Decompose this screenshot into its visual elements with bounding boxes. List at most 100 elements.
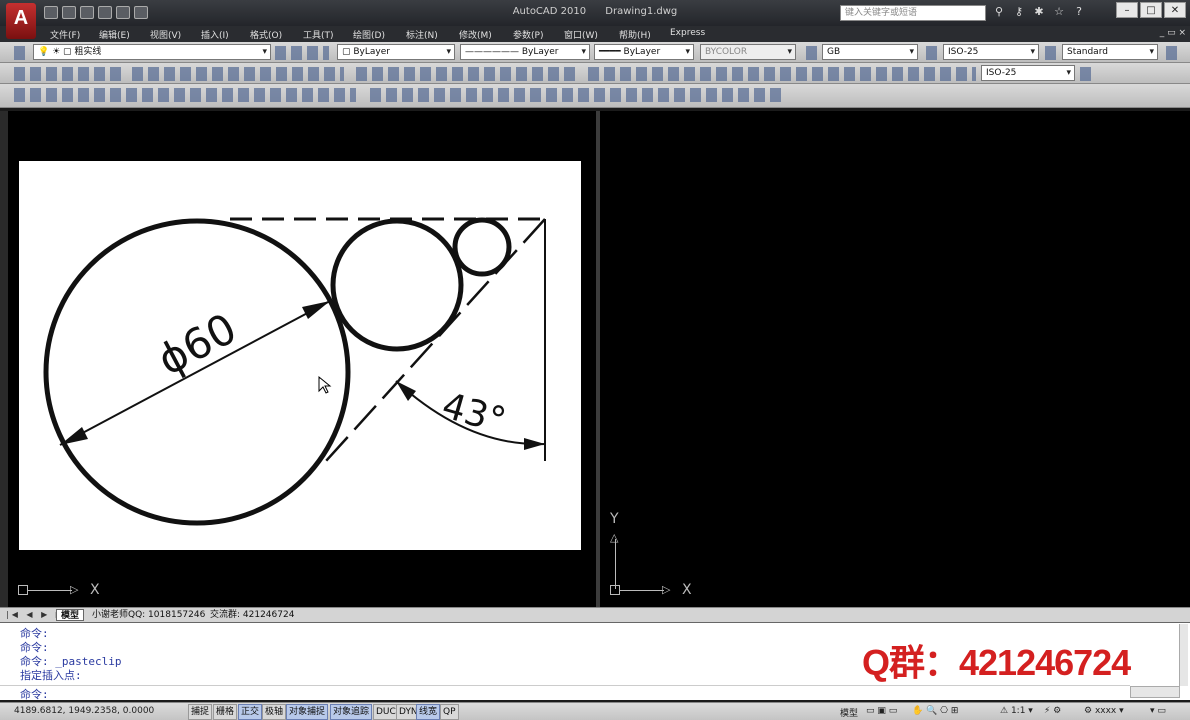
ucs-icon-right — [610, 585, 620, 595]
maximize-icon[interactable]: □ — [1140, 2, 1162, 18]
layout-tabs-bar: |◀ ◀ ▶ ▶| 模型 小谢老师QQ: 1018157246 交流群: 421… — [0, 607, 1190, 622]
clean-screen-icon[interactable]: ▾ ▭ — [1150, 706, 1166, 716]
document-name: Drawing1.dwg — [605, 6, 678, 17]
layer-tools-icons[interactable] — [275, 46, 329, 60]
menu-dimension[interactable]: 标注(N) — [406, 28, 438, 41]
layer-dropdown[interactable]: 💡 ☀ ▢ 粗实线 — [33, 44, 271, 60]
modify-tools-icons[interactable] — [356, 67, 578, 81]
menu-edit[interactable]: 编辑(E) — [99, 28, 130, 41]
coordinates-readout[interactable]: 4189.6812, 1949.2358, 0.0000 — [14, 706, 154, 716]
key-icon[interactable]: ⚷ — [1012, 5, 1026, 19]
application-menu-button[interactable]: A — [6, 3, 36, 39]
annotation-scale-value: 1:1 — [1010, 706, 1026, 716]
draw-tools-icons[interactable] — [14, 67, 124, 81]
command-history-line: 指定插入点: — [20, 669, 82, 682]
ucs-x-arrow-right-icon: ▷ — [662, 583, 671, 596]
plotstyle-dropdown[interactable]: BYCOLOR — [700, 44, 796, 60]
dim-style-icon[interactable] — [926, 46, 940, 60]
autocad-window: { "app": { "logo_letter": "A", "title_ap… — [0, 0, 1190, 720]
command-scrollbar[interactable] — [1179, 624, 1188, 686]
minimize-icon[interactable]: – — [1116, 2, 1138, 18]
text-style-dropdown[interactable]: GB — [822, 44, 918, 60]
model-space-label[interactable]: 模型 — [840, 706, 858, 719]
ucs-icon-left — [18, 585, 28, 595]
menu-modify[interactable]: 修改(M) — [459, 28, 492, 41]
toolbar-draw-modify: ISO-25 — [0, 63, 1190, 84]
ortho-toggle[interactable]: 正交 — [238, 704, 263, 720]
tab-model[interactable]: 模型 — [56, 609, 85, 621]
window-controls: – □ ✕ — [1116, 2, 1186, 18]
command-prompt-input[interactable]: 命令: — [20, 686, 49, 702]
lineweight-toggle[interactable]: 线宽 — [416, 704, 441, 720]
menu-express[interactable]: Express — [670, 28, 705, 38]
workspace-name: xxxx — [1094, 706, 1117, 716]
dim-update-icon[interactable] — [1080, 67, 1094, 81]
table-style-dropdown[interactable]: Standard — [1062, 44, 1158, 60]
menu-draw[interactable]: 绘图(D) — [353, 28, 385, 41]
annotation-icons[interactable]: ⚡ ⚙ — [1044, 706, 1061, 716]
toolbar-layers-properties: 💡 ☀ ▢ 粗实线 ▢ ByLayer —————— ByLayer ━━━━ … — [0, 42, 1190, 63]
help-icon[interactable]: ? — [1072, 5, 1086, 19]
layer-name: 粗实线 — [74, 47, 102, 57]
infocenter-icons: ⚲ ⚷ ✱ ☆ ? — [992, 5, 1086, 19]
layout-view-icons[interactable]: ▭ ▣ ▭ — [866, 706, 897, 716]
lineweight-value: ByLayer — [623, 47, 661, 57]
snap-toggle[interactable]: 捕捉 — [188, 704, 213, 720]
close-icon[interactable]: ✕ — [1164, 2, 1186, 18]
menu-file[interactable]: 文件(F) — [50, 28, 80, 41]
multileader-style-icon[interactable] — [1166, 46, 1180, 60]
left-border — [0, 111, 8, 607]
qp-toggle[interactable]: QP — [440, 704, 459, 720]
title-bar: AutoCAD 2010 Drawing1.dwg 键入关键字或短语 ⚲ ⚷ ✱… — [0, 0, 1190, 26]
inquiry-tools-icons[interactable] — [132, 67, 344, 81]
annotation-scale[interactable]: ⚠ 1:1 ▾ — [1000, 706, 1033, 716]
color-dropdown[interactable]: ▢ ByLayer — [337, 44, 455, 60]
modeling-tools-icons[interactable] — [370, 88, 786, 102]
menu-view[interactable]: 视图(V) — [150, 28, 181, 41]
ucs-x-axis-left — [28, 590, 72, 591]
menu-window[interactable]: 窗口(W) — [564, 28, 598, 41]
linetype-dropdown[interactable]: —————— ByLayer — [460, 44, 590, 60]
ucs-x-label-left: X — [90, 582, 100, 598]
toolbar-solids — [0, 84, 1190, 108]
osnap-toggle[interactable]: 对象捕捉 — [286, 704, 329, 720]
view-tools-icons[interactable] — [14, 88, 356, 102]
navigation-icons[interactable]: ✋ 🔍 ⎔ ⊞ — [912, 706, 958, 716]
text-style-icon[interactable] — [806, 46, 820, 60]
subscription-icon[interactable]: ✱ — [1032, 5, 1046, 19]
dim-style-dropdown-2[interactable]: ISO-25 — [981, 65, 1075, 81]
otrack-toggle[interactable]: 对象追踪 — [330, 704, 373, 720]
left-viewport[interactable]: ϕ60 43° ▷ X — [8, 111, 596, 607]
qq-group-overlay: Q群：421246724 — [862, 642, 1131, 683]
menu-insert[interactable]: 插入(I) — [201, 28, 229, 41]
table-style-icon[interactable] — [1045, 46, 1059, 60]
ucs-x-axis-right — [620, 590, 664, 591]
ucs-y-axis-right — [615, 539, 616, 589]
lineweight-dropdown[interactable]: ━━━━ ByLayer — [594, 44, 694, 60]
right-viewport[interactable]: Y △ ▷ X — [600, 111, 1190, 607]
status-bar: 4189.6812, 1949.2358, 0.0000 捕捉 栅格 正交 极轴… — [0, 702, 1190, 720]
dimension-tools-icons[interactable] — [588, 67, 976, 81]
app-name: AutoCAD 2010 — [512, 6, 587, 17]
tab-layout2[interactable]: 交流群: 421246724 — [206, 609, 298, 621]
star-icon[interactable]: ☆ — [1052, 5, 1066, 19]
pasted-image-drawing[interactable]: ϕ60 43° — [8, 111, 596, 607]
workspace-switch[interactable]: ⚙ xxxx ▾ — [1084, 706, 1124, 716]
search-input[interactable]: 键入关键字或短语 — [840, 5, 986, 21]
menu-tools[interactable]: 工具(T) — [303, 28, 334, 41]
menu-bar: 文件(F) 编辑(E) 视图(V) 插入(I) 格式(O) 工具(T) 绘图(D… — [0, 26, 1190, 42]
tab-layout1[interactable]: 小谢老师QQ: 1018157246 — [88, 609, 209, 621]
ucs-x-arrow-icon: ▷ — [70, 583, 79, 596]
menu-format[interactable]: 格式(O) — [250, 28, 282, 41]
polar-toggle[interactable]: 极轴 — [262, 704, 287, 720]
binoculars-icon[interactable]: ⚲ — [992, 5, 1006, 19]
layer-manager-icon[interactable] — [14, 46, 30, 60]
ucs-x-label-right: X — [682, 582, 692, 598]
menu-parametric[interactable]: 参数(P) — [513, 28, 543, 41]
menu-help[interactable]: 帮助(H) — [619, 28, 651, 41]
ucs-y-label-right: Y — [610, 511, 619, 527]
command-hscrollbar[interactable] — [1130, 686, 1180, 698]
dim-style-dropdown[interactable]: ISO-25 — [943, 44, 1039, 60]
grid-toggle[interactable]: 栅格 — [213, 704, 238, 720]
mdi-controls[interactable]: _ ▭ × — [1160, 28, 1186, 38]
